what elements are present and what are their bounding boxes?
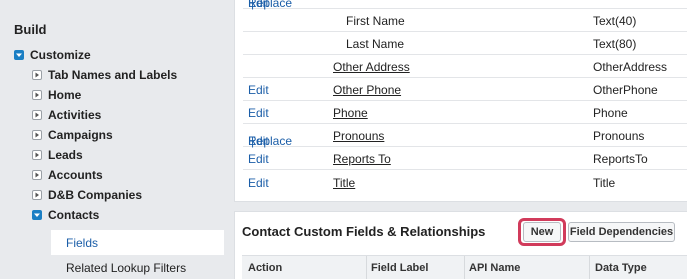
expand-icon[interactable]	[32, 90, 42, 100]
sidebar-item-label: D&B Companies	[48, 188, 143, 202]
table-row: First Name Text(40)	[243, 9, 687, 32]
sidebar-item-leads[interactable]: Leads	[32, 146, 83, 164]
expand-icon[interactable]	[32, 110, 42, 120]
sidebar-item-label: Contacts	[48, 208, 100, 222]
expand-icon[interactable]	[32, 70, 42, 80]
sidebar-subitem-related-lookup-filters[interactable]: Related Lookup Filters	[66, 261, 186, 275]
column-divider	[366, 256, 367, 279]
custom-fields-panel: Contact Custom Fields & Relationships Ne…	[234, 211, 687, 279]
column-header-action[interactable]: Action	[248, 262, 282, 274]
field-label-link[interactable]: Phone	[333, 106, 368, 120]
field-label-link[interactable]: Title	[333, 176, 355, 190]
table-row: Edit Title Title	[243, 171, 687, 194]
column-divider	[589, 256, 590, 279]
edit-link[interactable]: Edit	[248, 83, 269, 97]
field-label-link[interactable]: Other Phone	[333, 83, 401, 97]
sidebar-item-campaigns[interactable]: Campaigns	[32, 126, 113, 144]
table-row: Edit Phone Phone	[243, 101, 687, 124]
edit-link[interactable]: Edit	[248, 106, 269, 120]
column-header-data-type[interactable]: Data Type	[595, 262, 647, 274]
sidebar-item-contacts[interactable]: Contacts	[32, 206, 99, 224]
collapse-icon[interactable]	[14, 50, 24, 60]
expand-icon[interactable]	[32, 150, 42, 160]
expand-icon[interactable]	[32, 130, 42, 140]
column-divider	[464, 256, 465, 279]
table-row: Other Address OtherAddress	[243, 55, 687, 78]
field-type: Title	[593, 176, 616, 190]
sidebar-item-activities[interactable]: Activities	[32, 106, 101, 124]
sidebar-item-label: Tab Names and Labels	[48, 68, 178, 82]
table-row: Edit | Replace	[243, 0, 687, 10]
sidebar-item-accounts[interactable]: Accounts	[32, 166, 103, 184]
sidebar-item-tab-names[interactable]: Tab Names and Labels	[32, 66, 177, 84]
sidebar-item-label: Campaigns	[48, 128, 113, 142]
section-title: Contact Custom Fields & Relationships	[242, 224, 486, 239]
field-type: Text(40)	[593, 14, 637, 28]
edit-link[interactable]: Edit	[248, 152, 269, 166]
expand-icon[interactable]	[32, 190, 42, 200]
setup-sidebar: Build Customize Tab Names and Labels Hom…	[0, 0, 224, 279]
sidebar-subitem-fields[interactable]: Fields	[51, 230, 224, 255]
table-row: Edit Other Phone OtherPhone	[243, 78, 687, 101]
table-row: Last Name Text(80)	[243, 32, 687, 55]
field-dependencies-button[interactable]: Field Dependencies	[568, 222, 675, 242]
column-header-api-name[interactable]: API Name	[469, 262, 520, 274]
table-row: Edit Reports To ReportsTo	[243, 147, 687, 170]
app-root: Build Customize Tab Names and Labels Hom…	[0, 0, 687, 279]
field-label: Last Name	[346, 37, 405, 51]
table-row: Replace | Edit Pronouns Pronouns	[243, 124, 687, 148]
sidebar-item-customize[interactable]: Customize	[14, 46, 91, 64]
new-field-button[interactable]: New	[523, 222, 561, 242]
field-type: Text(80)	[593, 37, 637, 51]
column-header-field-label[interactable]: Field Label	[371, 262, 428, 274]
edit-link[interactable]: Edit	[248, 134, 269, 148]
collapse-icon[interactable]	[32, 210, 42, 220]
field-label: First Name	[346, 14, 405, 28]
field-type: OtherAddress	[593, 60, 668, 74]
field-label-link[interactable]: Other Address	[333, 60, 410, 74]
sidebar-item-label: Activities	[48, 108, 102, 122]
sidebar-item-label: Accounts	[48, 168, 103, 182]
build-heading: Build	[14, 22, 47, 37]
sidebar-item-label: Leads	[48, 148, 83, 162]
table-header: Action Field Label API Name Data Type	[242, 255, 687, 279]
field-type: Pronouns	[593, 129, 645, 143]
sidebar-item-label: Customize	[30, 48, 91, 62]
sidebar-item-home[interactable]: Home	[32, 86, 81, 104]
edit-link[interactable]: Edit	[248, 176, 269, 190]
field-type: OtherPhone	[593, 83, 658, 97]
field-type: Phone	[593, 106, 628, 120]
field-label-link[interactable]: Reports To	[333, 152, 391, 166]
field-label-link[interactable]: Pronouns	[333, 129, 384, 143]
standard-fields-panel: Edit | Replace First Name Text(40) Last Na…	[234, 0, 687, 202]
expand-icon[interactable]	[32, 170, 42, 180]
sidebar-item-dnb-companies[interactable]: D&B Companies	[32, 186, 142, 204]
field-type: ReportsTo	[593, 152, 648, 166]
sidebar-item-label: Home	[48, 88, 82, 102]
